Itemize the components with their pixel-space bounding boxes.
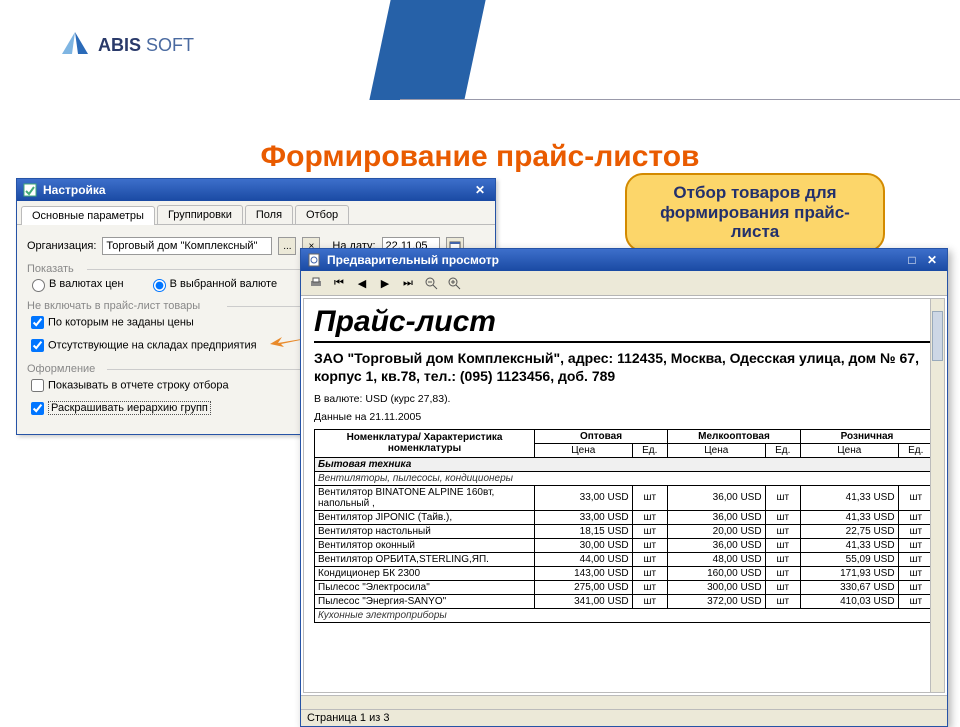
- preview-title: Предварительный просмотр: [327, 253, 499, 267]
- table-row: Пылесос "Энергия-SANYO"341,00 USDшт372,0…: [315, 594, 934, 608]
- tab-main[interactable]: Основные параметры: [21, 206, 155, 225]
- preview-statusbar: Страница 1 из 3: [301, 709, 947, 726]
- tab-grouping[interactable]: Группировки: [157, 205, 243, 224]
- tab-fields[interactable]: Поля: [245, 205, 293, 224]
- chk-color-groups[interactable]: Раскрашивать иерархию групп: [27, 399, 211, 418]
- preview-viewport[interactable]: Прайс-лист ЗАО "Торговый дом Комплексный…: [303, 298, 945, 693]
- th-price: Цена: [800, 443, 898, 457]
- radio-selected-currency[interactable]: В выбранной валюте: [148, 276, 277, 292]
- window-icon: [307, 253, 321, 267]
- decor-line: [400, 99, 960, 100]
- decor-shape: [369, 0, 485, 100]
- table-row: Вентилятор настольный18,15 USDшт20,00 US…: [315, 524, 934, 538]
- doc-meta-currency: В валюте: USD (курс 27,83).: [314, 393, 934, 407]
- th-retail: Розничная: [800, 429, 933, 443]
- settings-title: Настройка: [43, 183, 106, 197]
- org-choose-button[interactable]: ...: [278, 237, 296, 255]
- zoom-in-icon[interactable]: [443, 273, 465, 293]
- th-smallwholesale: Мелкооптовая: [667, 429, 800, 443]
- doc-meta-date: Данные на 21.11.2005: [314, 411, 934, 425]
- chk-no-price[interactable]: По которым не заданы цены: [27, 313, 194, 332]
- th-price: Цена: [535, 443, 633, 457]
- brand-name: ABIS SOFT: [98, 35, 194, 56]
- window-icon: [23, 183, 37, 197]
- org-field[interactable]: [102, 237, 272, 255]
- table-subcategory-row: Кухонные электроприборы: [315, 608, 934, 622]
- close-icon[interactable]: ✕: [923, 252, 941, 268]
- table-row: Вентилятор ОРБИТА,STERLING,ЯП.44,00 USDш…: [315, 552, 934, 566]
- close-icon[interactable]: ✕: [471, 182, 489, 198]
- page-next-icon[interactable]: ▶: [374, 273, 396, 293]
- preview-titlebar[interactable]: Предварительный просмотр □ ✕: [301, 249, 947, 271]
- table-row: Вентилятор JIPONIC (Тайв.),33,00 USDшт36…: [315, 510, 934, 524]
- scrollbar-vertical[interactable]: [930, 299, 944, 692]
- chk-show-filter[interactable]: Показывать в отчете строку отбора: [27, 376, 229, 395]
- doc-title: Прайс-лист: [314, 305, 934, 343]
- org-label: Организация:: [27, 240, 96, 252]
- table-row: Вентилятор BINATONE ALPINE 160вт, наполь…: [315, 485, 934, 510]
- radio-currency-prices[interactable]: В валютах цен: [27, 276, 124, 292]
- th-unit: Ед.: [898, 443, 933, 457]
- table-row: Пылесос "Электросила"275,00 USDшт300,00 …: [315, 580, 934, 594]
- maximize-icon[interactable]: □: [903, 252, 921, 268]
- th-unit: Ед.: [765, 443, 800, 457]
- settings-titlebar[interactable]: Настройка ✕: [17, 179, 495, 201]
- document-page: Прайс-лист ЗАО "Торговый дом Комплексный…: [314, 305, 934, 623]
- scrollbar-horizontal[interactable]: [301, 695, 947, 709]
- zoom-out-icon[interactable]: [420, 273, 442, 293]
- th-price: Цена: [667, 443, 765, 457]
- price-table: Номенклатура/ Характеристика номенклатур…: [314, 429, 934, 623]
- th-wholesale: Оптовая: [535, 429, 668, 443]
- page-title: Формирование прайс-листов: [0, 140, 960, 174]
- page-last-icon[interactable]: ⏭: [397, 273, 419, 293]
- chk-no-stock[interactable]: Отсутствующие на складах предприятия: [27, 336, 257, 355]
- print-icon[interactable]: [305, 273, 327, 293]
- table-category-row: Бытовая техника: [315, 457, 934, 471]
- page-prev-icon[interactable]: ◀: [351, 273, 373, 293]
- tab-filter[interactable]: Отбор: [295, 205, 349, 224]
- brand-logo: ABIS SOFT: [60, 30, 194, 60]
- doc-address: ЗАО "Торговый дом Комплексный", адрес: 1…: [314, 349, 934, 385]
- th-unit: Ед.: [632, 443, 667, 457]
- preview-window: Предварительный просмотр □ ✕ ⏮ ◀ ▶ ⏭ Пра…: [300, 248, 948, 727]
- table-row: Кондиционер БК 2300143,00 USDшт160,00 US…: [315, 566, 934, 580]
- table-row: Вентилятор оконный30,00 USDшт36,00 USDшт…: [315, 538, 934, 552]
- page-indicator: Страница 1 из 3: [307, 712, 389, 724]
- preview-toolbar: ⏮ ◀ ▶ ⏭: [301, 271, 947, 296]
- table-subcategory-row: Вентиляторы, пылесосы, кондиционеры: [315, 471, 934, 485]
- callout-bubble: Отбор товаров для формирования прайс-лис…: [625, 173, 885, 252]
- page-first-icon[interactable]: ⏮: [328, 273, 350, 293]
- logo-icon: [60, 30, 90, 60]
- settings-tabs: Основные параметры Группировки Поля Отбо…: [17, 201, 495, 225]
- th-name: Номенклатура/ Характеристика номенклатур…: [315, 429, 535, 457]
